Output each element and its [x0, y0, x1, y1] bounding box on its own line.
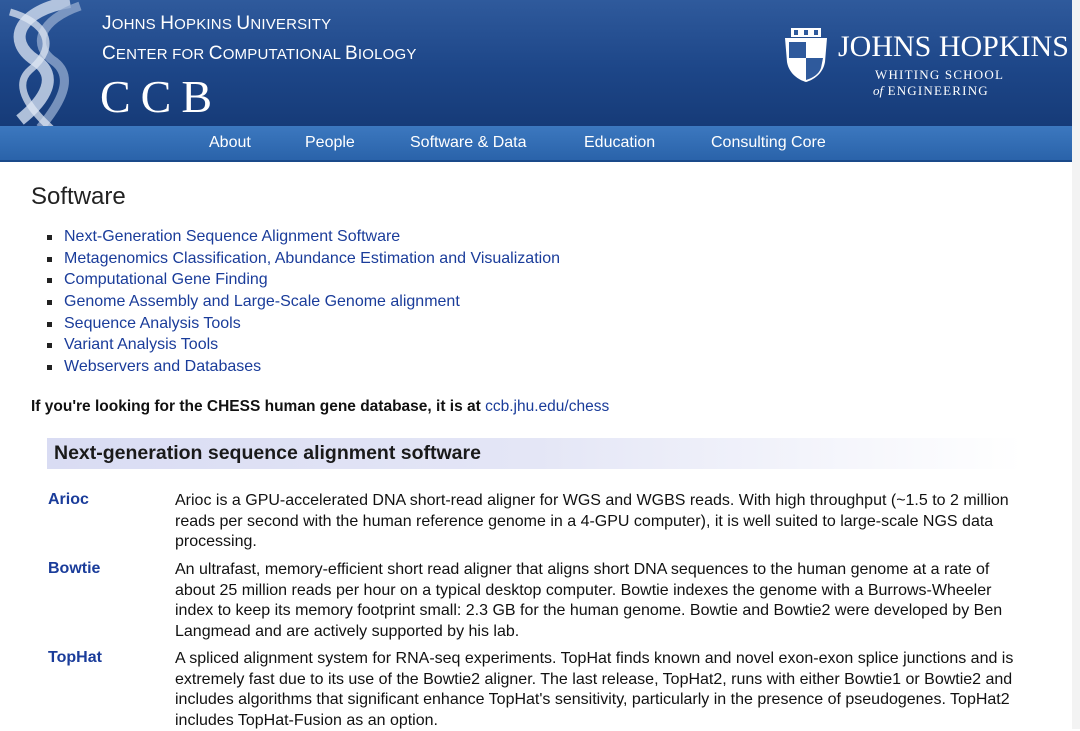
org-name-part: OMPUTATIONAL	[222, 46, 346, 63]
nav-about[interactable]: About	[209, 126, 251, 160]
list-item: Variant Analysis Tools	[47, 334, 560, 356]
software-description: A spliced alignment system for RNA-seq e…	[175, 650, 1014, 729]
main-nav: About People Software & Data Education C…	[0, 126, 1080, 162]
list-item: Next-Generation Sequence Alignment Softw…	[47, 226, 560, 248]
page-scrollbar[interactable]	[1072, 0, 1080, 729]
list-item: Genome Assembly and Large-Scale Genome a…	[47, 291, 560, 313]
scrollbar-thumb[interactable]	[1072, 0, 1080, 729]
chess-note-text: If you're looking for the CHESS human ge…	[31, 398, 486, 415]
org-name-part: C	[208, 43, 223, 64]
nav-people[interactable]: People	[305, 126, 355, 160]
org-name-line2: CENTER FOR COMPUTATIONAL BIOLOGY	[102, 43, 417, 65]
software-name-link[interactable]: TopHat	[48, 649, 102, 667]
site-header: JOHNS HOPKINS UNIVERSITY CENTER FOR COMP…	[0, 0, 1080, 126]
chess-link[interactable]: ccb.jhu.edu/chess	[485, 398, 609, 415]
software-name-link[interactable]: Bowtie	[48, 560, 100, 578]
toc-link[interactable]: Computational Gene Finding	[64, 271, 268, 288]
org-name-part: J	[102, 13, 112, 34]
org-name-part: NIVERSITY	[250, 16, 332, 33]
org-name-part: C	[102, 43, 116, 64]
section-title: Next-generation sequence alignment softw…	[54, 442, 481, 464]
nav-consulting-core[interactable]: Consulting Core	[711, 126, 826, 160]
org-name-part: IOLOGY	[357, 46, 417, 63]
list-item: Webservers and Databases	[47, 356, 560, 378]
org-name-part: H	[160, 13, 175, 34]
nav-software-data[interactable]: Software & Data	[410, 126, 527, 160]
software-name-link[interactable]: Arioc	[48, 491, 89, 509]
org-name-line1: JOHNS HOPKINS UNIVERSITY	[102, 13, 331, 35]
jhu-of: of	[873, 83, 884, 98]
jhu-wordmark[interactable]: JOHNS HOPKINS	[838, 30, 1069, 64]
ccb-logo[interactable]: CCB	[100, 72, 222, 122]
toc-link[interactable]: Genome Assembly and Large-Scale Genome a…	[64, 293, 460, 310]
list-item: Computational Gene Finding	[47, 269, 560, 291]
org-name-part: U	[236, 13, 251, 34]
software-description: An ultrafast, memory-efficient short rea…	[175, 561, 1003, 640]
jhu-school-line1: WHITING SCHOOL	[875, 67, 1005, 82]
list-item: Metagenomics Classification, Abundance E…	[47, 248, 560, 270]
jhu-shield-icon	[785, 28, 827, 82]
toc-link[interactable]: Next-Generation Sequence Alignment Softw…	[64, 228, 400, 245]
page-title: Software	[31, 183, 126, 210]
jhu-school-line2: of ENGINEERING	[873, 83, 989, 99]
jhu-engineering: ENGINEERING	[883, 83, 989, 98]
chess-note: If you're looking for the CHESS human ge…	[31, 398, 609, 416]
section-header: Next-generation sequence alignment softw…	[47, 438, 1022, 469]
org-name-part: ENTER FOR	[115, 46, 209, 63]
list-item: Sequence Analysis Tools	[47, 313, 560, 335]
software-category-list: Next-Generation Sequence Alignment Softw…	[47, 226, 560, 378]
toc-link[interactable]: Sequence Analysis Tools	[64, 315, 241, 332]
dna-helix-logo-icon	[8, 0, 82, 126]
nav-education[interactable]: Education	[584, 126, 655, 160]
org-name-part: OHNS	[111, 16, 161, 33]
toc-link[interactable]: Metagenomics Classification, Abundance E…	[64, 250, 560, 267]
org-name-part: B	[345, 43, 358, 64]
software-description: Arioc is a GPU-accelerated DNA short-rea…	[175, 492, 1009, 550]
toc-link[interactable]: Webservers and Databases	[64, 358, 261, 375]
toc-link[interactable]: Variant Analysis Tools	[64, 336, 218, 353]
org-name-part: OPKINS	[174, 16, 237, 33]
